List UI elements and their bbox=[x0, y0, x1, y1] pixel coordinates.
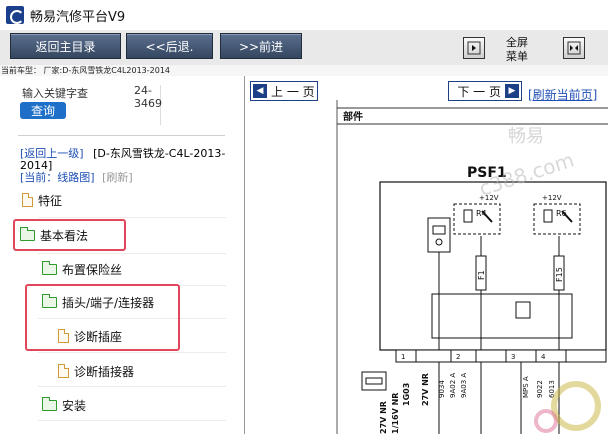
folder-icon bbox=[42, 396, 57, 411]
fullscreen-label-line2: 菜单 bbox=[506, 50, 528, 63]
search-hint-line2: 3469 bbox=[134, 97, 162, 110]
code-label: 9A03 A bbox=[460, 373, 468, 398]
relay-label: R6 bbox=[556, 209, 567, 218]
document-icon bbox=[22, 193, 33, 207]
tree-item-fuse-layout[interactable]: 布置保险丝 bbox=[42, 257, 122, 281]
title-bar: 畅易汽修平台V9 bbox=[0, 0, 608, 30]
row-divider bbox=[38, 217, 226, 218]
arrow-left-icon: ◀ bbox=[253, 84, 267, 98]
search-button[interactable]: 查询 bbox=[20, 102, 66, 119]
pin-label: 4 bbox=[541, 353, 546, 361]
tree-item-label: 诊断插接器 bbox=[74, 364, 135, 379]
wiring-diagram: 部件 PSF1 +12V +12V R4 R6 F1 F15 1 2 3 4 2… bbox=[336, 100, 608, 434]
search-input[interactable]: 输入关键字查 bbox=[22, 85, 88, 101]
search-separator bbox=[18, 135, 225, 136]
document-icon bbox=[58, 364, 69, 378]
search-hint: 24- 3469 bbox=[134, 84, 162, 110]
code-label: MPS A bbox=[522, 376, 530, 398]
pin-label: 3 bbox=[511, 353, 515, 361]
tree-item-label: 特征 bbox=[38, 193, 63, 208]
code-label: 1G03 bbox=[402, 383, 411, 406]
pin-label: 1 bbox=[401, 353, 405, 361]
diagram-viewer: 部件 PSF1 +12V +12V R4 R6 F1 F15 1 2 3 4 2… bbox=[246, 76, 608, 434]
diagram-header-label: 部件 bbox=[343, 110, 363, 123]
next-page-button[interactable]: 下 一 页 ▶ bbox=[448, 81, 522, 101]
watermark: c388.com bbox=[476, 148, 577, 201]
breadcrumb: [返回上一级] [D-东风雪铁龙-C4L-2013-2014] [当前：线路图]… bbox=[20, 148, 230, 184]
row-divider bbox=[38, 420, 226, 421]
app-logo-icon bbox=[6, 6, 24, 24]
search-hint-line1: 24- bbox=[134, 84, 152, 97]
forward-button[interactable]: >>前进 bbox=[220, 33, 302, 59]
fullscreen-label-line1: 全屏 bbox=[506, 36, 528, 49]
prev-page-label: 上 一 页 bbox=[271, 84, 315, 99]
voltage-label: +12V bbox=[542, 194, 562, 202]
row-divider bbox=[38, 386, 226, 387]
highlight-box bbox=[25, 284, 180, 351]
refresh-page-link[interactable]: [刷新当前页] bbox=[528, 86, 597, 103]
next-page-label: 下 一 页 bbox=[457, 84, 501, 99]
prev-page-button[interactable]: ◀ 上 一 页 bbox=[250, 81, 318, 101]
home-button[interactable]: 返回主目录 bbox=[10, 33, 121, 59]
fuse-label: F15 bbox=[555, 267, 564, 282]
tree-item-diagnostic-connector[interactable]: 诊断插接器 bbox=[58, 359, 134, 383]
row-divider bbox=[38, 352, 226, 353]
code-label: 9022 bbox=[536, 380, 544, 398]
toolbar: 返回主目录 <<后退. >>前进 全屏 菜单 bbox=[0, 30, 608, 65]
current-location-link[interactable]: [当前：线路图] bbox=[20, 171, 95, 184]
arrow-right-icon: ▶ bbox=[505, 84, 519, 98]
expand-icon bbox=[567, 41, 581, 55]
navigation-panel: 输入关键字查 24- 3469 查询 [返回上一级] [D-东风雪铁龙-C4L-… bbox=[0, 76, 245, 434]
fullscreen-menu-label[interactable]: 全屏 菜单 bbox=[506, 36, 528, 64]
wire-label: 27V NR bbox=[379, 401, 388, 434]
panel-arrow-icon bbox=[467, 41, 481, 55]
wire-label: 27V NR bbox=[421, 373, 430, 406]
highlight-box bbox=[13, 219, 126, 251]
code-label: 9A02 A bbox=[449, 373, 457, 398]
folder-icon bbox=[42, 260, 57, 275]
pin-label: 2 bbox=[456, 353, 460, 361]
tree-item-installation[interactable]: 安装 bbox=[42, 393, 86, 417]
tree-item-label: 布置保险丝 bbox=[62, 262, 123, 277]
wire-label: 1/16V NR bbox=[391, 393, 400, 434]
row-divider bbox=[38, 253, 226, 254]
tree-item-features[interactable]: 特征 bbox=[22, 188, 62, 212]
tree-item-label: 安装 bbox=[62, 398, 87, 413]
relay-label: R4 bbox=[476, 209, 487, 218]
fullscreen-button[interactable] bbox=[563, 37, 585, 59]
window-title: 畅易汽修平台V9 bbox=[30, 9, 126, 25]
watermark: 畅易 bbox=[508, 126, 544, 147]
fuse-label: F1 bbox=[477, 270, 486, 280]
current-vehicle-line: 当前车型： 厂家:D-东风雪铁龙C4L2013-2014 bbox=[0, 65, 608, 76]
back-button[interactable]: <<后退. bbox=[126, 33, 213, 59]
refresh-link[interactable]: [刷新] bbox=[102, 171, 133, 184]
collapse-panel-button[interactable] bbox=[463, 37, 485, 59]
